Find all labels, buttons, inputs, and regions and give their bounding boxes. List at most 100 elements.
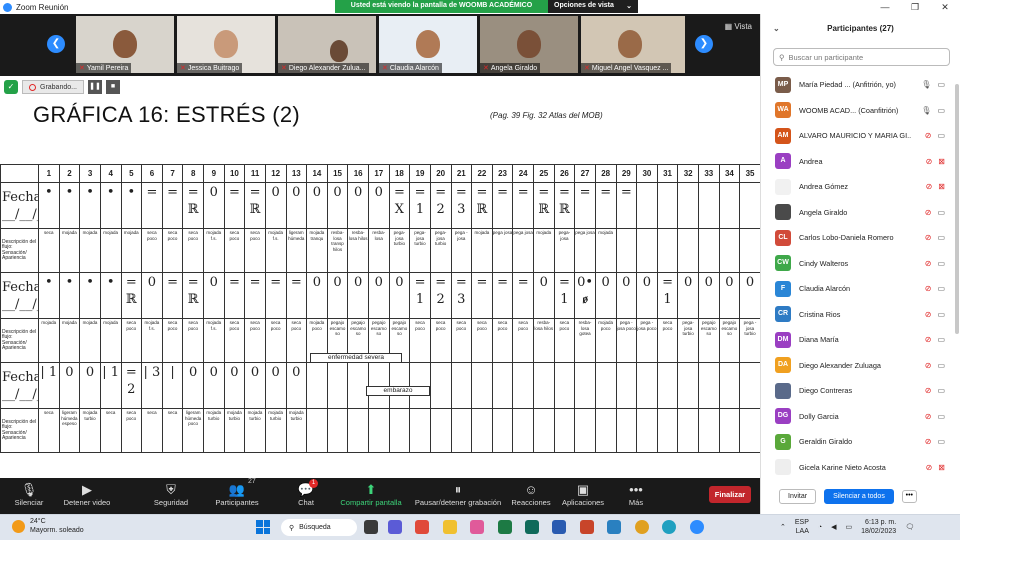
more-button[interactable]: ••• Más: [601, 482, 671, 507]
participant-search-input[interactable]: ⚲ Buscar un participante: [773, 48, 950, 66]
media-player-icon[interactable]: [415, 520, 429, 534]
muted-mic-icon[interactable]: ⊘: [925, 259, 932, 268]
chrome-icon[interactable]: [635, 520, 649, 534]
windows-start-icon[interactable]: [256, 520, 270, 534]
pause-recording-icon[interactable]: ❚❚: [87, 80, 102, 94]
restore-icon[interactable]: ❐: [900, 0, 930, 14]
prev-page-icon[interactable]: ❮: [47, 35, 65, 53]
muted-mic-icon[interactable]: ⊘: [925, 310, 932, 319]
day-number: 2: [58, 164, 81, 183]
video-tile[interactable]: ✕ Miguel Angel Vasquez ...: [581, 16, 685, 73]
more-options-icon[interactable]: •••: [901, 489, 917, 503]
video-tile[interactable]: ✕ Claudia Alarcón: [379, 16, 477, 73]
muted-mic-icon[interactable]: ⊘: [925, 437, 932, 446]
security-button[interactable]: ⛨ Seguridad: [136, 482, 206, 507]
participant-row[interactable]: AM ALVARO MAURICIO Y MARIA GI... ⊘ ▭: [761, 123, 957, 149]
chevron-up-icon[interactable]: ⌃: [780, 523, 786, 531]
muted-mic-icon[interactable]: ⊘: [925, 233, 932, 242]
participant-row[interactable]: G Geraldin Giraldo ⊘ ▭: [761, 429, 957, 455]
more-icon: •••: [629, 482, 643, 497]
participants-button[interactable]: 👥 Participantes: [202, 482, 272, 507]
avatar: CR: [775, 306, 791, 323]
participant-row[interactable]: CW Cindy Walteros ⊘ ▭: [761, 251, 957, 277]
symbol-cell: [656, 362, 679, 409]
video-tile[interactable]: ✕ Jessica Buitrago: [177, 16, 275, 73]
participant-row[interactable]: DA Diego Alexander Zuluaga ⊘ ▭: [761, 353, 957, 379]
muted-mic-icon[interactable]: ⊘: [925, 131, 932, 140]
symbol-cell: | 1: [99, 362, 122, 409]
powerpoint-icon[interactable]: [580, 520, 594, 534]
participant-row[interactable]: MP María Piedad ... (Anfitrión, yo) 🎙 ▭: [761, 72, 957, 98]
symbol-cell: 0: [223, 362, 246, 409]
close-icon[interactable]: ✕: [930, 0, 960, 14]
camera-icon: ▭: [937, 258, 945, 268]
pause-recording-button[interactable]: ⏸ Pausar/detener grabación: [410, 482, 506, 507]
weather-widget[interactable]: 24°C Mayorm. soleado: [12, 517, 84, 535]
notification-icon[interactable]: 🗨: [905, 523, 914, 531]
task-view-icon[interactable]: [364, 520, 378, 534]
muted-mic-icon[interactable]: ⊘: [926, 182, 933, 191]
participant-status: ⊘ ▭: [925, 386, 945, 395]
next-page-icon[interactable]: ❯: [695, 35, 713, 53]
word-icon[interactable]: [552, 520, 566, 534]
participant-list-scrollbar[interactable]: [955, 84, 959, 334]
symbol-cell: =: [223, 272, 246, 319]
participant-row[interactable]: WA WOOMB ACAD... (Coanfitrión) 🎙 ▭: [761, 98, 957, 124]
participant-row[interactable]: Diego Contreras ⊘ ▭: [761, 378, 957, 404]
participant-row[interactable]: F Claudia Alarcón ⊘ ▭: [761, 276, 957, 302]
chat-icon: 💬: [297, 482, 315, 497]
day-number: 31: [656, 164, 679, 183]
microphone-icon[interactable]: 🎙: [921, 106, 931, 115]
muted-mic-icon[interactable]: ⊘: [925, 335, 932, 344]
participant-row[interactable]: Gicela Karine Nieto Acosta ⊘ ⊠: [761, 455, 957, 481]
participant-row[interactable]: Angela Giraldo ⊘ ▭: [761, 200, 957, 226]
collapse-icon[interactable]: ⌄: [773, 24, 780, 33]
muted-mic-icon[interactable]: ⊘: [925, 412, 932, 421]
chat-button[interactable]: 💬 Chat: [271, 482, 341, 507]
publisher-icon[interactable]: [525, 520, 539, 534]
edge-icon[interactable]: [662, 520, 676, 534]
minimize-icon[interactable]: —: [870, 0, 900, 14]
description-cell: mojada f.s.: [203, 318, 225, 363]
participant-row[interactable]: Andrea Gómez ⊘ ⊠: [761, 174, 957, 200]
invite-button[interactable]: Invitar: [779, 488, 817, 504]
video-tile[interactable]: ✕ Yamil Pereira: [76, 16, 174, 73]
muted-mic-icon[interactable]: ⊘: [926, 463, 933, 472]
taskbar-search[interactable]: ⚲ Búsqueda: [281, 519, 357, 536]
participant-row[interactable]: CR Cristina Rios ⊘ ▭: [761, 302, 957, 328]
language-indicator[interactable]: ESP LAA: [795, 518, 809, 536]
excel-icon[interactable]: [498, 520, 512, 534]
participant-row[interactable]: DM Diana María ⊘ ▭: [761, 327, 957, 353]
participant-row[interactable]: DG Dolly Garcia ⊘ ▭: [761, 404, 957, 430]
file-explorer-icon[interactable]: [443, 520, 457, 534]
participant-row[interactable]: CL Carlos Lobo-Daniela Romero ⊘ ▭: [761, 225, 957, 251]
zoom-taskbar-icon[interactable]: [690, 520, 704, 534]
microphone-icon[interactable]: 🎙: [921, 80, 931, 89]
teams-icon[interactable]: [388, 520, 402, 534]
clock[interactable]: 6:13 p. m. 18/02/2023: [861, 518, 896, 536]
video-tile[interactable]: ✕ Angela Giraldo: [480, 16, 578, 73]
description-cell: ligeram húmeda espeso: [58, 408, 81, 453]
muted-mic-icon[interactable]: ⊘: [925, 386, 932, 395]
share-screen-button[interactable]: ⬆ Compartir pantalla: [336, 482, 406, 507]
end-meeting-button[interactable]: Finalizar: [709, 486, 751, 503]
outlook-icon[interactable]: [607, 520, 621, 534]
wifi-icon[interactable]: ◔: [818, 524, 822, 531]
mute-all-button[interactable]: Silenciar a todos: [824, 488, 894, 504]
muted-mic-icon[interactable]: ⊘: [925, 361, 932, 370]
muted-mic-icon[interactable]: ⊘: [925, 284, 932, 293]
participant-row[interactable]: A Andrea ⊘ ⊠: [761, 149, 957, 175]
view-options-button[interactable]: Opciones de vista ⌄: [548, 0, 638, 13]
view-toggle[interactable]: ▦ Vista: [725, 22, 752, 31]
video-tile[interactable]: ✕ Diego Alexander Zulua...: [278, 16, 376, 73]
muted-mic-icon[interactable]: ⊘: [926, 157, 933, 166]
volume-icon[interactable]: ◀: [831, 523, 836, 531]
muted-mic-icon[interactable]: ⊘: [925, 208, 932, 217]
symbol-cell: [326, 362, 349, 409]
photos-icon[interactable]: [470, 520, 484, 534]
battery-icon[interactable]: ▭: [846, 523, 853, 531]
stop-video-button[interactable]: ▶ Detener video: [52, 482, 122, 507]
symbol-cell: | 1: [38, 362, 60, 409]
description-cell: mojada f.s.: [203, 228, 225, 273]
stop-recording-icon[interactable]: ■: [105, 80, 120, 94]
